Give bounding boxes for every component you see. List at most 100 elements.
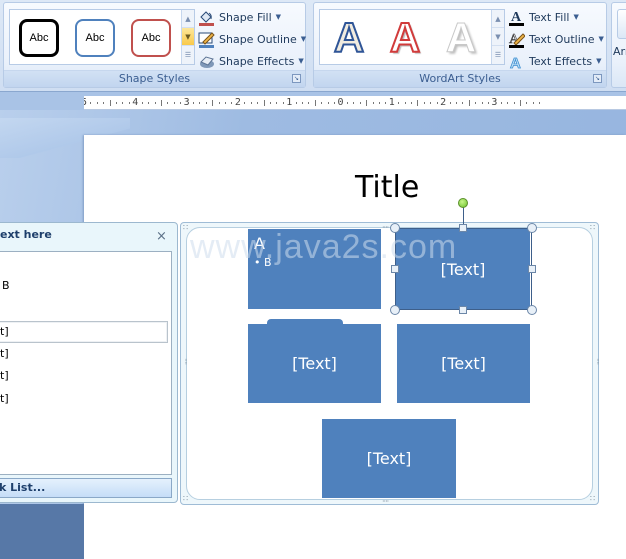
ruler-number: 5 bbox=[84, 96, 87, 109]
smartart-box-5[interactable]: [Text] bbox=[322, 419, 456, 498]
ruler-tick bbox=[225, 102, 227, 104]
ruler-tick bbox=[513, 102, 515, 104]
scroll-up-icon[interactable]: ▲ bbox=[182, 10, 194, 28]
shape-styles-group: Abc Abc Abc ▲ ▼ ☰ Shape Fill ▼ Shape Out… bbox=[3, 2, 306, 88]
dialog-launcher-icon[interactable]: ↘ bbox=[593, 74, 602, 83]
shape-fill-button[interactable]: Shape Fill ▼ bbox=[198, 7, 281, 27]
resize-handle-sw[interactable] bbox=[390, 305, 400, 315]
ruler-tick bbox=[532, 102, 534, 104]
wordart-style-option-white[interactable]: A bbox=[437, 14, 485, 62]
text-pane-active-line[interactable] bbox=[0, 321, 168, 343]
resize-handle-e[interactable] bbox=[528, 265, 536, 273]
box-heading: A bbox=[254, 234, 265, 253]
chevron-down-icon: ▼ bbox=[596, 57, 602, 65]
ruler-tick bbox=[436, 102, 438, 104]
ruler-number: 3 bbox=[183, 97, 190, 108]
dialog-launcher-icon[interactable]: ↘ bbox=[292, 74, 301, 83]
ruler-tick bbox=[154, 102, 156, 104]
horizontal-ruler[interactable]: 5 4 3 2 1 0 1 2 3 bbox=[84, 96, 626, 110]
text-pane-line[interactable]: B bbox=[0, 279, 10, 292]
ruler-tick bbox=[385, 102, 387, 104]
slide-title[interactable]: Title bbox=[355, 170, 419, 205]
smartart-box-3[interactable]: [Text] bbox=[248, 324, 381, 403]
text-pane-line[interactable]: t] bbox=[0, 325, 9, 338]
shape-style-option-blue[interactable]: Abc bbox=[71, 14, 119, 62]
text-pane-line[interactable]: t] bbox=[0, 347, 9, 360]
chevron-down-icon: ▼ bbox=[300, 35, 307, 43]
ruler-tick bbox=[417, 100, 419, 106]
ruler-tick bbox=[193, 102, 194, 104]
resize-grip-right[interactable]: ···· bbox=[593, 358, 602, 364]
ruler-tick bbox=[404, 102, 406, 104]
wordart-style-option-blue[interactable]: A bbox=[325, 14, 373, 62]
ruler-tick bbox=[167, 102, 169, 104]
arrange-button[interactable] bbox=[617, 9, 626, 39]
shape-effects-icon bbox=[198, 53, 215, 70]
text-pane-editor[interactable] bbox=[0, 251, 172, 475]
ruler-tick bbox=[180, 102, 182, 104]
resize-grip-top[interactable]: ···· bbox=[382, 224, 389, 232]
resize-handle-s[interactable] bbox=[459, 306, 467, 314]
ruler-tick bbox=[141, 102, 143, 104]
resize-handle-w[interactable] bbox=[391, 265, 399, 273]
shape-outline-button[interactable]: Shape Outline ▼ bbox=[198, 29, 306, 49]
wordart-style-option-red[interactable]: A bbox=[381, 14, 429, 62]
smartart-box-4[interactable]: [Text] bbox=[397, 324, 530, 403]
shape-style-preview: Abc bbox=[75, 19, 115, 57]
ruler-tick bbox=[250, 102, 252, 104]
scroll-up-icon[interactable]: ▲ bbox=[492, 10, 504, 28]
resize-handle-ne[interactable] bbox=[527, 223, 537, 233]
gallery-scrollbar[interactable]: ▲ ▼ ☰ bbox=[181, 10, 194, 64]
wordart-styles-gallery: A A A ▲ ▼ ☰ bbox=[319, 9, 505, 65]
resize-handle-se[interactable] bbox=[527, 305, 537, 315]
gallery-more-icon[interactable]: ☰ bbox=[182, 46, 194, 64]
chevron-down-icon: ▼ bbox=[275, 13, 282, 21]
resize-grip-bottom[interactable]: ···· bbox=[382, 498, 389, 506]
text-pane-line[interactable]: t] bbox=[0, 392, 9, 405]
more-info-link[interactable]: k List... bbox=[0, 478, 172, 498]
text-pane-line[interactable]: t] bbox=[0, 369, 9, 382]
ruler-tick bbox=[321, 102, 323, 104]
ruler-tick bbox=[257, 102, 259, 104]
resize-grip-bottom-right[interactable]: ∷ bbox=[590, 495, 595, 503]
shape-style-option-black[interactable]: Abc bbox=[15, 14, 63, 62]
ruler-tick bbox=[507, 102, 509, 104]
pencil-outline-icon bbox=[198, 31, 215, 48]
resize-handle-nw[interactable] bbox=[390, 223, 400, 233]
wordart-styles-label: WordArt Styles bbox=[314, 70, 606, 87]
shape-effects-button[interactable]: Shape Effects ▼ bbox=[198, 51, 304, 71]
text-fill-button[interactable]: A Text Fill ▼ bbox=[508, 7, 579, 27]
text-effects-button[interactable]: A Text Effects ▼ bbox=[508, 51, 602, 72]
gallery-scrollbar[interactable]: ▲ ▼ ☰ bbox=[491, 10, 504, 64]
ruler-tick bbox=[455, 102, 457, 104]
ruler-tick bbox=[372, 102, 374, 104]
resize-handle-n[interactable] bbox=[459, 224, 467, 232]
text-fill-icon: A bbox=[508, 9, 525, 26]
scroll-down-icon[interactable]: ▼ bbox=[492, 28, 504, 46]
workspace-dark-strip bbox=[0, 504, 84, 559]
resize-grip-top-right[interactable]: ∷ bbox=[590, 224, 595, 232]
ruler-number: 4 bbox=[132, 97, 139, 108]
ruler-tick bbox=[218, 102, 220, 104]
shape-style-option-red[interactable]: Abc bbox=[127, 14, 175, 62]
text-outline-button[interactable]: A Text Outline ▼ bbox=[508, 29, 604, 49]
resize-grip-top-left[interactable]: ∷ bbox=[183, 224, 188, 232]
ruler-number: 2 bbox=[234, 97, 241, 108]
ruler-tick bbox=[212, 100, 214, 106]
resize-grip-left[interactable]: ···· bbox=[181, 358, 190, 364]
close-icon[interactable]: × bbox=[156, 229, 167, 244]
gallery-more-icon[interactable]: ☰ bbox=[492, 46, 504, 64]
resize-grip-bottom-left[interactable]: ∷ bbox=[183, 495, 188, 503]
shape-style-preview: Abc bbox=[131, 19, 171, 57]
svg-text:A: A bbox=[510, 55, 521, 70]
scroll-down-icon[interactable]: ▼ bbox=[182, 28, 194, 46]
rotate-handle[interactable] bbox=[458, 198, 468, 208]
ruler-tick bbox=[346, 102, 348, 104]
ruler-tick bbox=[520, 100, 522, 106]
ruler-tick bbox=[423, 102, 425, 104]
ruler-number: 1 bbox=[388, 97, 395, 108]
arrange-label: Arr bbox=[613, 45, 626, 58]
smartart-box-1[interactable]: A • B bbox=[248, 229, 381, 309]
chevron-down-icon: ▼ bbox=[598, 35, 604, 43]
chevron-down-icon: ▼ bbox=[298, 57, 304, 65]
